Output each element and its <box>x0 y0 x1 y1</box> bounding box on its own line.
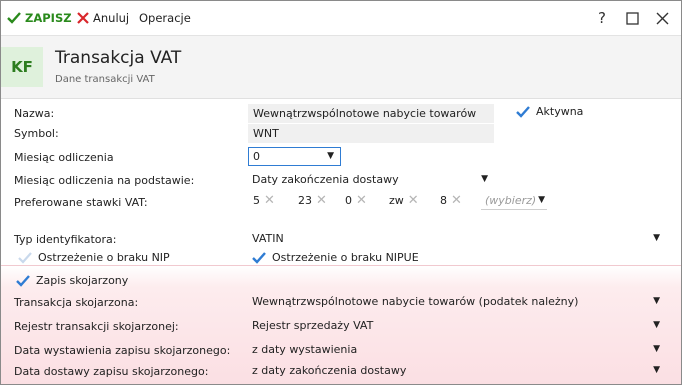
month-label: Miesiąc odliczenia <box>14 151 114 164</box>
issue-date-label: Data wystawienia zapisu skojarzonego: <box>14 344 231 357</box>
name-field[interactable]: Wewnątrzwspólnotowe nabycie towarów <box>248 104 494 123</box>
active-label: Aktywna <box>536 105 584 118</box>
nipue-warning-checkbox[interactable]: Ostrzeżenie o braku NIPUE <box>252 251 419 264</box>
help-button[interactable]: ? <box>593 9 611 27</box>
issue-date-value: z daty wystawienia <box>252 343 358 356</box>
x-icon[interactable]: ✕ <box>316 193 327 208</box>
rate-chip: 23 ✕ <box>298 193 327 208</box>
name-label: Nazwa: <box>14 107 55 120</box>
id-type-value: VATIN <box>252 232 284 245</box>
page-header: KF Transakcja VAT Dane transakcji VAT <box>1 36 681 99</box>
month-basis-value: Daty zakończenia dostawy <box>252 173 399 186</box>
rate-chip: 5 ✕ <box>253 193 275 208</box>
delivery-date-label: Data dostawy zapisu skojarzonego: <box>14 365 209 378</box>
month-basis-select[interactable]: Daty zakończenia dostawy ▼ <box>248 170 494 189</box>
operations-menu-button[interactable]: Operacje <box>139 10 191 26</box>
symbol-field[interactable]: WNT <box>248 124 494 143</box>
chevron-down-icon: ▼ <box>653 365 660 375</box>
toolbar: ZAPISZ Anuluj Operacje ? <box>1 1 681 36</box>
rates-select[interactable]: (wybierz) ▼ <box>481 191 547 210</box>
check-icon <box>18 251 32 264</box>
dialog-window: ZAPISZ Anuluj Operacje ? KF Transakcja V… <box>0 0 682 385</box>
rate-chip: zw ✕ <box>389 193 419 208</box>
id-type-select[interactable]: VATIN ▼ <box>248 229 666 248</box>
x-icon[interactable]: ✕ <box>451 193 462 208</box>
rate-value: zw <box>389 194 404 207</box>
id-type-label: Typ identyfikatora: <box>14 233 117 246</box>
save-button[interactable]: ZAPISZ <box>7 10 72 26</box>
chevron-down-icon: ▼ <box>653 233 660 243</box>
rate-value: 23 <box>298 194 312 207</box>
chevron-down-icon: ▼ <box>653 296 660 306</box>
month-value: 0 <box>253 150 260 163</box>
linked-transaction-label: Transakcja skojarzona: <box>14 296 139 309</box>
rate-chip: 0 ✕ <box>345 193 367 208</box>
page-title: Transakcja VAT <box>55 48 182 68</box>
linked-entry-checkbox[interactable]: Zapis skojarzony <box>16 274 128 287</box>
maximize-icon <box>625 11 639 25</box>
nip-warning-label: Ostrzeżenie o braku NIP <box>38 251 170 264</box>
cancel-button[interactable]: Anuluj <box>77 10 129 26</box>
issue-date-select[interactable]: z daty wystawienia ▼ <box>248 340 666 359</box>
check-icon <box>516 105 530 118</box>
linked-transaction-select[interactable]: Wewnątrzwspólnotowe nabycie towarów (pod… <box>248 292 666 311</box>
module-badge: KF <box>1 47 43 87</box>
save-label: ZAPISZ <box>25 11 72 25</box>
chevron-down-icon: ▼ <box>327 151 334 161</box>
linked-entry-section: Zapis skojarzony Transakcja skojarzona: … <box>1 265 681 384</box>
month-select[interactable]: 0 ▼ <box>248 147 341 166</box>
rates-label: Preferowane stawki VAT: <box>14 196 148 209</box>
help-icon: ? <box>598 9 606 27</box>
linked-register-select[interactable]: Rejestr sprzedaży VAT ▼ <box>248 316 666 335</box>
check-icon <box>7 12 21 24</box>
rate-value: 0 <box>345 194 352 207</box>
maximize-button[interactable] <box>623 9 641 27</box>
chevron-down-icon: ▼ <box>653 320 660 330</box>
nipue-warning-label: Ostrzeżenie o braku NIPUE <box>272 251 419 264</box>
rate-value: 8 <box>440 194 447 207</box>
check-icon <box>16 274 30 287</box>
x-icon[interactable]: ✕ <box>408 193 419 208</box>
delivery-date-select[interactable]: z daty zakończenia dostawy ▼ <box>248 361 666 380</box>
delivery-date-value: z daty zakończenia dostawy <box>252 364 407 377</box>
nip-warning-checkbox[interactable]: Ostrzeżenie o braku NIP <box>18 251 170 264</box>
linked-transaction-value: Wewnątrzwspólnotowe nabycie towarów (pod… <box>252 295 579 308</box>
linked-register-value: Rejestr sprzedaży VAT <box>252 319 374 332</box>
chevron-down-icon: ▼ <box>653 344 660 354</box>
rate-chip: 8 ✕ <box>440 193 462 208</box>
cancel-label: Anuluj <box>93 11 130 25</box>
month-basis-label: Miesiąc odliczenia na podstawie: <box>14 174 195 187</box>
x-icon[interactable]: ✕ <box>264 193 275 208</box>
rates-select-placeholder: (wybierz) <box>485 194 537 207</box>
close-button[interactable] <box>653 9 671 27</box>
operations-label: Operacje <box>139 11 191 25</box>
check-icon <box>252 251 266 264</box>
symbol-label: Symbol: <box>14 127 59 140</box>
page-subtitle: Dane transakcji VAT <box>55 74 155 85</box>
close-icon <box>656 12 668 24</box>
linked-entry-label: Zapis skojarzony <box>36 274 129 287</box>
active-checkbox[interactable]: Aktywna <box>516 105 583 118</box>
chevron-down-icon: ▼ <box>538 195 545 205</box>
x-icon <box>77 12 89 24</box>
chevron-down-icon: ▼ <box>481 174 488 184</box>
rate-value: 5 <box>253 194 260 207</box>
x-icon[interactable]: ✕ <box>356 193 367 208</box>
linked-register-label: Rejestr transakcji skojarzonej: <box>14 320 179 333</box>
